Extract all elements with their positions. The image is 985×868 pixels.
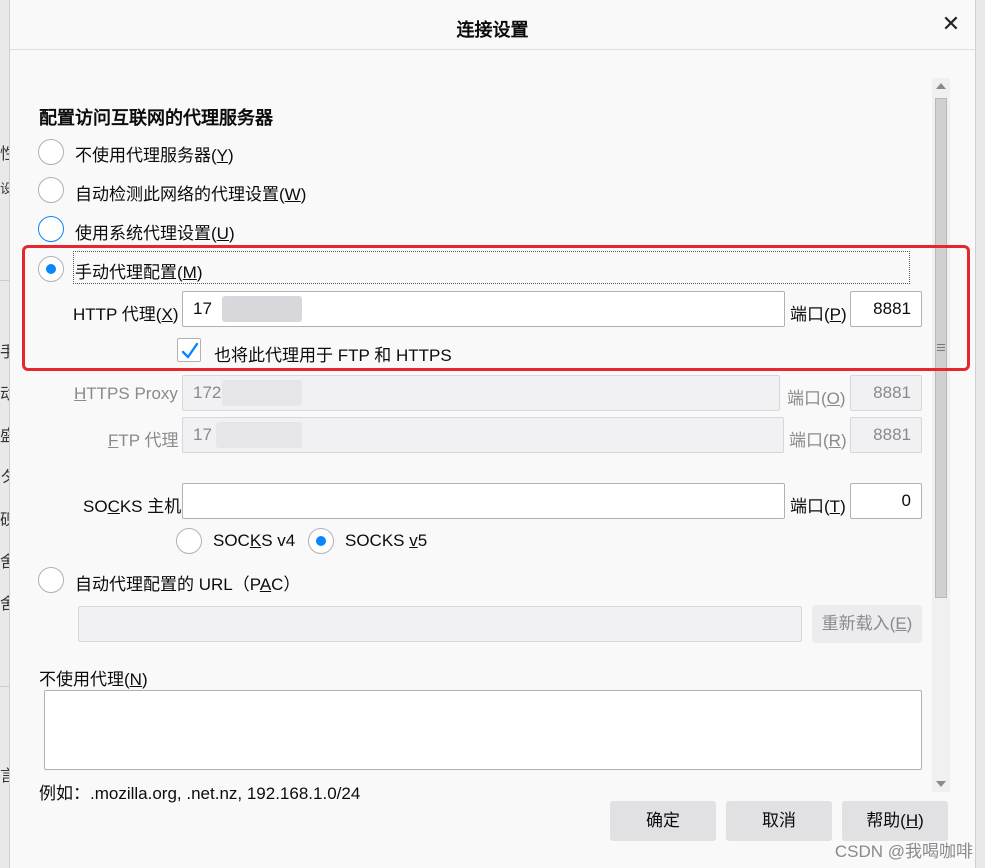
cancel-button[interactable]: 取消: [726, 801, 832, 841]
scroll-up-icon[interactable]: [936, 83, 946, 89]
section-heading: 配置访问互联网的代理服务器: [39, 108, 273, 128]
ftp-port-label: 端口(R): [789, 431, 847, 450]
socks-host-label: SOCKS 主机: [83, 497, 182, 516]
socks-host-input[interactable]: [182, 483, 785, 519]
radio-no-proxy[interactable]: [38, 139, 64, 165]
scroll-down-icon[interactable]: [936, 781, 946, 787]
no-proxy-example: 例如：.mozilla.org, .net.nz, 192.168.1.0/24: [39, 784, 361, 803]
radio-pac-label[interactable]: 自动代理配置的 URL（PAC）: [75, 570, 300, 595]
ftp-proxy-label: FTP 代理: [108, 431, 179, 450]
dialog-content: 配置访问互联网的代理服务器 不使用代理服务器(Y) 自动检测此网络的代理设置(W…: [10, 50, 950, 803]
radio-system-proxy-label[interactable]: 使用系统代理设置(U): [75, 219, 235, 244]
radio-auto-detect-label[interactable]: 自动检测此网络的代理设置(W): [75, 180, 306, 205]
radio-socks-v5-label[interactable]: SOCKS v5: [345, 531, 427, 551]
pac-url-input[interactable]: [78, 606, 802, 642]
dialog-title: 连接设置: [456, 20, 529, 40]
radio-auto-detect[interactable]: [38, 177, 64, 203]
red-highlight-box: [22, 245, 970, 371]
scrollbar[interactable]: [932, 78, 950, 792]
https-port-label: 端口(O): [787, 389, 846, 408]
socks-port-input[interactable]: 0: [850, 483, 922, 519]
redacted-blur: [216, 422, 302, 448]
redacted-blur: [222, 380, 302, 406]
no-proxy-textarea[interactable]: [44, 690, 922, 770]
close-icon[interactable]: ✕: [939, 12, 963, 36]
no-proxy-label: 不使用代理(N): [39, 670, 148, 689]
radio-system-proxy[interactable]: [38, 216, 64, 242]
connection-settings-dialog: 连接设置 ✕ 配置访问互联网的代理服务器 不使用代理服务器(Y) 自动检测此网络…: [9, 0, 976, 868]
radio-socks-v4[interactable]: [176, 528, 202, 554]
radio-no-proxy-label[interactable]: 不使用代理服务器(Y): [75, 141, 234, 166]
socks-port-label: 端口(T): [790, 497, 846, 516]
background-divider: [0, 686, 9, 687]
https-proxy-label: HTTPS Proxy: [74, 384, 178, 403]
reload-pac-button[interactable]: 重新载入(E): [812, 605, 922, 643]
ok-button[interactable]: 确定: [610, 801, 716, 841]
dialog-titlebar: 连接设置 ✕: [10, 0, 975, 50]
help-button[interactable]: 帮助(H): [842, 801, 948, 841]
https-port-input[interactable]: 8881: [850, 375, 922, 411]
radio-socks-v4-label[interactable]: SOCKS v4: [213, 531, 295, 551]
radio-pac[interactable]: [38, 567, 64, 593]
ftp-port-input[interactable]: 8881: [850, 417, 922, 453]
radio-socks-v5[interactable]: [308, 528, 334, 554]
watermark: CSDN @我喝咖啡: [834, 842, 973, 861]
background-divider: [0, 280, 9, 281]
